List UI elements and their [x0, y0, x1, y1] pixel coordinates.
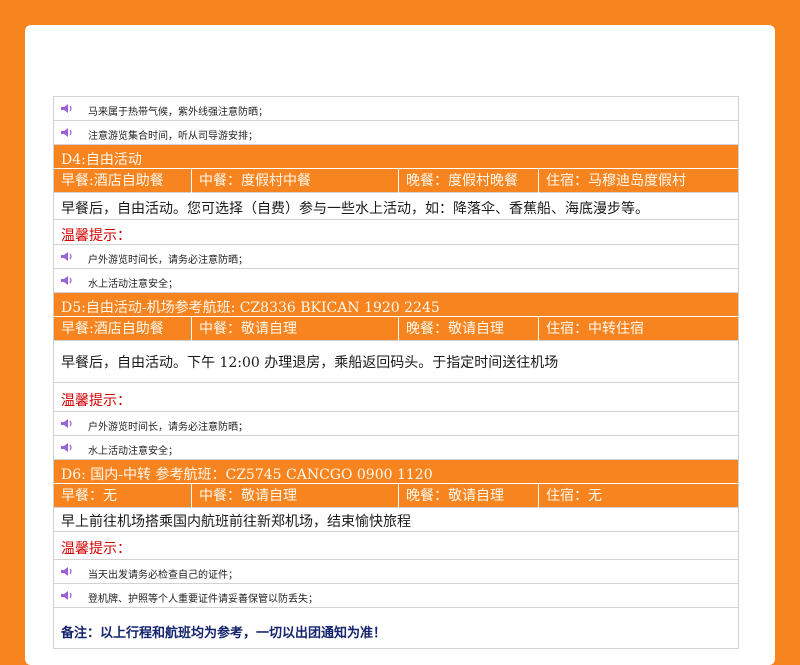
description-text: 早餐后，自由活动。您可选择（自费）参与一些水上活动，如：降落伞、香蕉船、海底漫步…: [61, 201, 649, 217]
meals-row-d6: 早餐：无 中餐：敬请自理 晚餐：敬请自理 住宿：无: [54, 484, 738, 508]
day-title: D5:自由活动-机场参考航班: CZ8336 BKICAN 1920 2245: [61, 300, 440, 316]
breakfast: 早餐:酒店自助餐: [61, 173, 164, 189]
dinner: 晚餐：度假村晚餐: [398, 169, 538, 193]
tip-row: 注意游览集合时间，听从司导游安排；: [54, 121, 738, 145]
tip-text: 马来属于热带气候，紫外线强注意防晒；: [88, 107, 268, 118]
day-header-d5: D5:自由活动-机场参考航班: CZ8336 BKICAN 1920 2245: [54, 293, 738, 317]
speaker-icon: [61, 104, 72, 113]
speaker-icon: [61, 128, 72, 137]
warm-tip-header: 温馨提示：: [54, 220, 738, 245]
tip-text: 注意游览集合时间，听从司导游安排；: [88, 131, 258, 142]
lunch: 中餐：敬请自理: [191, 484, 398, 508]
speaker-icon: [61, 252, 72, 261]
tip-text: 当天出发请务必检查自己的证件；: [88, 570, 238, 581]
dinner: 晚餐：敬请自理: [398, 317, 538, 341]
breakfast: 早餐：无: [61, 488, 117, 504]
tip-text: 水上活动注意安全；: [88, 446, 178, 457]
tip-text: 水上活动注意安全；: [88, 279, 178, 290]
day-title: D4:自由活动: [61, 152, 142, 168]
lodging: 住宿：中转住宿: [538, 317, 738, 341]
warm-tip-header: 温馨提示：: [54, 532, 738, 560]
speaker-icon: [61, 591, 72, 600]
tip-row: 马来属于热带气候，紫外线强注意防晒；: [54, 97, 738, 121]
tip-text: 户外游览时间长，请务必注意防晒；: [88, 422, 248, 433]
lodging: 住宿：马穆迪岛度假村: [538, 169, 738, 193]
day-description: 早上前往机场搭乘国内航班前往新郑机场，结束愉快旅程: [54, 508, 738, 532]
meals-row-d4: 早餐:酒店自助餐 中餐：度假村中餐 晚餐：度假村晚餐 住宿：马穆迪岛度假村: [54, 169, 738, 193]
description-text: 早上前往机场搭乘国内航班前往新郑机场，结束愉快旅程: [61, 514, 411, 530]
speaker-icon: [61, 443, 72, 452]
dinner: 晚餐：敬请自理: [398, 484, 538, 508]
tip-text: 户外游览时间长，请务必注意防晒；: [88, 255, 248, 266]
description-text: 早餐后，自由活动。下午 12:00 办理退房，乘船返回码头。于指定时间送往机场: [61, 355, 559, 371]
lunch: 中餐：度假村中餐: [191, 169, 398, 193]
day-header-d4: D4:自由活动: [54, 145, 738, 169]
tip-row: 当天出发请务必检查自己的证件；: [54, 560, 738, 584]
warm-tip-header: 温馨提示：: [54, 383, 738, 412]
day-description: 早餐后，自由活动。您可选择（自费）参与一些水上活动，如：降落伞、香蕉船、海底漫步…: [54, 193, 738, 220]
meals-row-d5: 早餐:酒店自助餐 中餐：敬请自理 晚餐：敬请自理 住宿：中转住宿: [54, 317, 738, 341]
tip-row: 户外游览时间长，请务必注意防晒；: [54, 245, 738, 269]
lodging: 住宿：无: [538, 484, 738, 508]
tip-text: 登机牌、护照等个人重要证件请妥善保管以防丢失；: [88, 594, 318, 605]
day-description: 早餐后，自由活动。下午 12:00 办理退房，乘船返回码头。于指定时间送往机场: [54, 341, 738, 383]
day-header-d6: D6: 国内-中转 参考航班：CZ5745 CANCGO 0900 1120: [54, 460, 738, 484]
warm-label: 温馨提示：: [61, 541, 131, 557]
warm-label: 温馨提示：: [61, 393, 131, 409]
day-title: D6: 国内-中转 参考航班：CZ5745 CANCGO 0900 1120: [61, 467, 433, 483]
speaker-icon: [61, 567, 72, 576]
speaker-icon: [61, 276, 72, 285]
footer-note-text: 备注：以上行程和航班均为参考，一切以出团通知为准！: [61, 626, 387, 641]
tip-row: 户外游览时间长，请务必注意防晒；: [54, 412, 738, 436]
breakfast: 早餐:酒店自助餐: [61, 321, 164, 337]
tip-row: 登机牌、护照等个人重要证件请妥善保管以防丢失；: [54, 584, 738, 608]
speaker-icon: [61, 419, 72, 428]
tip-row: 水上活动注意安全；: [54, 269, 738, 293]
content-card: 马来属于热带气候，紫外线强注意防晒； 注意游览集合时间，听从司导游安排； D4:…: [25, 25, 775, 665]
lunch: 中餐：敬请自理: [191, 317, 398, 341]
itinerary-table: 马来属于热带气候，紫外线强注意防晒； 注意游览集合时间，听从司导游安排； D4:…: [53, 96, 739, 649]
tip-row: 水上活动注意安全；: [54, 436, 738, 460]
warm-label: 温馨提示：: [61, 228, 131, 244]
